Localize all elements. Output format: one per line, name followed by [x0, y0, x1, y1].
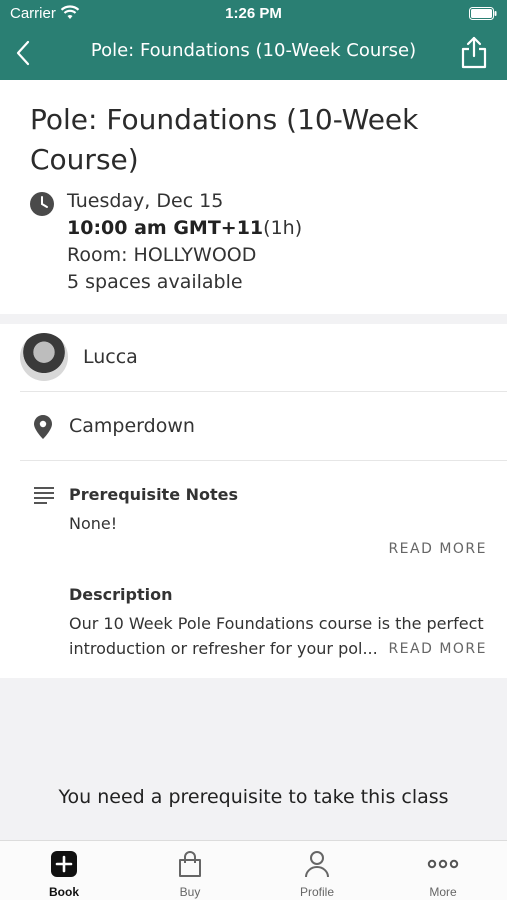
- tab-more-label: More: [429, 885, 457, 899]
- battery-icon: [469, 7, 497, 20]
- class-summary-card: Pole: Foundations (10-Week Course) Tuesd…: [0, 80, 507, 314]
- class-spaces: 5 spaces available: [67, 271, 243, 293]
- person-icon: [305, 851, 329, 878]
- description-read-more[interactable]: READ MORE: [388, 641, 487, 657]
- tab-book[interactable]: Book: [1, 841, 127, 900]
- tab-profile[interactable]: Profile: [254, 841, 380, 900]
- tab-buy[interactable]: Buy: [127, 841, 253, 900]
- description-heading: Description: [69, 585, 173, 604]
- tab-buy-label: Buy: [179, 885, 201, 899]
- description-line-1: Our 10 Week Pole Foundations course is t…: [69, 614, 484, 633]
- instructor-name: Lucca: [83, 346, 138, 368]
- nav-title: Pole: Foundations (10-Week Course): [90, 40, 417, 61]
- app-header: Carrier 1:26 PM Pole: Foundations (10-We…: [0, 0, 507, 80]
- class-duration: (1h): [263, 217, 303, 239]
- share-button[interactable]: [459, 35, 489, 69]
- prerequisite-read-more[interactable]: READ MORE: [388, 541, 487, 557]
- location-name: Camperdown: [69, 415, 195, 437]
- description-line-2: introduction or refresher for your pol..…: [69, 639, 378, 658]
- class-info: Tuesday, Dec 15 10:00 am GMT+11(1h) Room…: [67, 188, 302, 296]
- class-time: 10:00 am GMT+11: [67, 217, 264, 239]
- tab-bar: Book Buy Profile More: [0, 840, 507, 900]
- ellipsis-icon: [427, 859, 459, 869]
- prerequisite-message: You need a prerequisite to take this cla…: [58, 786, 449, 808]
- status-time: 1:26 PM: [225, 5, 282, 22]
- shopping-bag-icon: [179, 851, 201, 877]
- status-bar: Carrier 1:26 PM: [0, 0, 507, 28]
- tab-profile-label: Profile: [299, 885, 334, 899]
- clock-icon: [30, 192, 54, 216]
- prerequisite-heading: Prerequisite Notes: [69, 485, 239, 504]
- class-date: Tuesday, Dec 15: [67, 190, 224, 212]
- location-pin-icon: [34, 415, 52, 439]
- avatar: [20, 333, 68, 381]
- plus-square-icon: [51, 851, 77, 877]
- class-room: Room: HOLLYWOOD: [67, 244, 257, 266]
- class-time-row: 10:00 am GMT+11(1h): [67, 215, 302, 242]
- nav-bar: Pole: Foundations (10-Week Course): [0, 28, 507, 78]
- notes-icon: [34, 487, 54, 504]
- prerequisite-text: None!: [69, 514, 118, 533]
- tab-more[interactable]: More: [380, 841, 506, 900]
- location-row[interactable]: Camperdown: [20, 392, 507, 461]
- back-button[interactable]: [10, 37, 38, 69]
- class-details-card: Lucca Camperdown Prerequisite Notes None…: [0, 324, 507, 678]
- tab-book-label: Book: [49, 885, 79, 899]
- instructor-row[interactable]: Lucca: [20, 324, 507, 392]
- class-title: Pole: Foundations (10-Week Course): [30, 103, 419, 176]
